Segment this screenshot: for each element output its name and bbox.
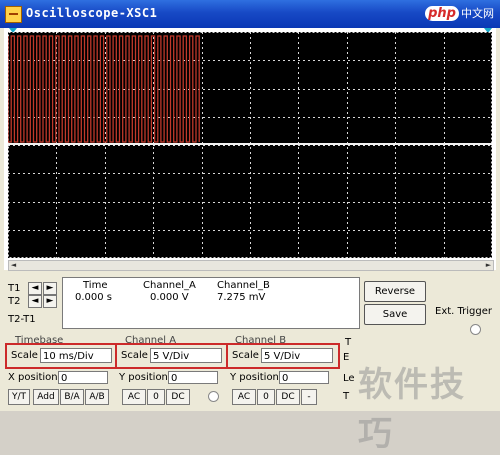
reverse-button[interactable]: Reverse	[364, 281, 426, 302]
timebase-scale-field[interactable]: 10 ms/Div	[40, 348, 112, 363]
channel-b-scale-label: Scale	[232, 350, 259, 361]
ext-trigger-radio[interactable]	[470, 324, 481, 335]
channel-b-zero-button[interactable]: 0	[257, 389, 275, 405]
channel-b-y-position-label: Y position	[230, 372, 279, 383]
channel-a-ac-button[interactable]: AC	[122, 389, 146, 405]
channel-a-trace	[8, 35, 200, 143]
app-icon	[5, 6, 22, 23]
t1-label: T1	[8, 283, 21, 294]
time-header: Time	[83, 280, 108, 291]
channel-a-y-position-label: Y position	[119, 372, 168, 383]
t2-t1-label: T2-T1	[8, 314, 36, 325]
t2-left-arrow-icon[interactable]: ◄	[28, 295, 42, 308]
cursor-controls: T1 ◄ ► T2 ◄ ► T2-T1	[6, 277, 61, 327]
scope-display	[8, 32, 492, 258]
channel-a-radio[interactable]	[208, 391, 219, 402]
mode-yt-button[interactable]: Y/T	[8, 389, 30, 405]
channel-b-minus-button[interactable]: -	[301, 389, 317, 405]
channel-a-scale-field[interactable]: 5 V/Div	[150, 348, 222, 363]
channel-a-scale-label: Scale	[121, 350, 148, 361]
channel-a-header: Channel_A	[143, 280, 196, 291]
t1-left-arrow-icon[interactable]: ◄	[28, 282, 42, 295]
mode-ab-button[interactable]: A/B	[85, 389, 109, 405]
watermark-top: php 中文网	[425, 5, 494, 21]
t1-right-arrow-icon[interactable]: ►	[43, 282, 57, 295]
channel-b-scale-box: Scale 5 V/Div	[226, 343, 340, 369]
mode-ba-button[interactable]: B/A	[60, 389, 84, 405]
channel-a-scale-box: Scale 5 V/Div	[115, 343, 229, 369]
ext-trigger-label: Ext. Trigger	[435, 306, 493, 317]
time-value: 0.000 s	[75, 292, 113, 303]
x-position-field[interactable]: 0	[58, 371, 108, 384]
t2-label: T2	[8, 296, 21, 307]
channel-a-value: 0.000 V	[150, 292, 189, 303]
channel-a-y-position-field[interactable]: 0	[168, 371, 218, 384]
timebase-scale-label: Scale	[11, 350, 38, 361]
channel-a-dc-button[interactable]: DC	[166, 389, 190, 405]
channel-b-ac-button[interactable]: AC	[232, 389, 256, 405]
channel-b-y-position-field[interactable]: 0	[279, 371, 329, 384]
t2-right-arrow-icon[interactable]: ►	[43, 295, 57, 308]
measurement-readout: Time Channel_A Channel_B 0.000 s 0.000 V…	[62, 277, 360, 329]
save-button[interactable]: Save	[364, 304, 426, 325]
channel-b-dc-button[interactable]: DC	[276, 389, 300, 405]
channel-b-header: Channel_B	[217, 280, 270, 291]
horizontal-scrollbar[interactable]: ◄ ►	[8, 260, 494, 271]
watermark-text: 中文网	[461, 7, 494, 20]
trigger-cut-label-1: T	[345, 337, 352, 348]
trigger-cut-label-3: Le	[343, 373, 355, 384]
trigger-cut-label-2: E	[343, 352, 350, 363]
channel-b-scale-field[interactable]: 5 V/Div	[261, 348, 333, 363]
channel-a-zero-button[interactable]: 0	[147, 389, 165, 405]
watermark-bottom: 软件技巧	[358, 365, 466, 454]
scope-screen	[8, 32, 492, 258]
title-bar: Oscilloscope-XSC1 php 中文网	[0, 0, 500, 28]
oscilloscope-window: Oscilloscope-XSC1 php 中文网 ◄ ► T1 ◄ ► T2 ◄…	[0, 0, 500, 454]
trigger-cut-label-4: T	[343, 391, 350, 402]
timebase-scale-box: Scale 10 ms/Div	[5, 343, 118, 369]
x-position-label: X position	[8, 372, 58, 383]
scroll-left-icon[interactable]: ◄	[9, 261, 18, 270]
window-title: Oscilloscope-XSC1	[26, 6, 158, 20]
watermark-brand: php	[425, 6, 459, 21]
channel-b-value: 7.275 mV	[217, 292, 266, 303]
mode-add-button[interactable]: Add	[33, 389, 59, 405]
scroll-right-icon[interactable]: ►	[484, 261, 493, 270]
